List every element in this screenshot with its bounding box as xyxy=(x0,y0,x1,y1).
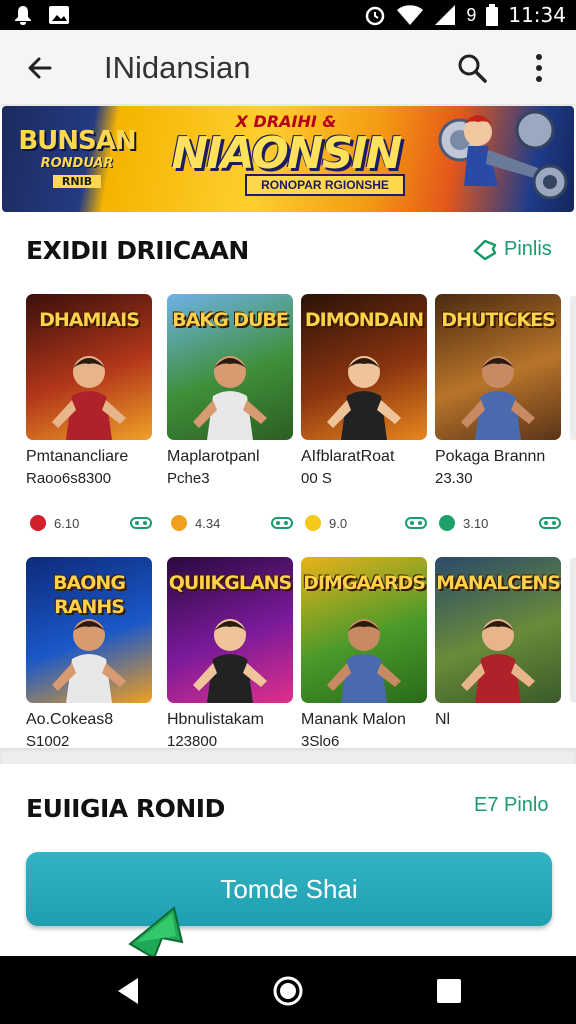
section-title: EUIIGIA RONID xyxy=(26,794,225,823)
game-thumbnail[interactable]: DHAMIAIS xyxy=(26,294,152,440)
next-card-peek xyxy=(570,558,576,702)
game-name: Nl xyxy=(435,711,451,728)
game-thumbnail-title: BAKG DUBE xyxy=(172,309,289,331)
cta-button[interactable]: Tomde Shai xyxy=(26,852,552,926)
game-thumbnail-title: DIMGAARDS xyxy=(303,572,426,594)
banner-title-block: X DRAIHI & NIAONSIN xyxy=(166,112,406,177)
game-thumbnail-title: MANALCENS xyxy=(436,572,561,594)
game-subtitle: Raoo6s8300 xyxy=(26,470,112,487)
banner-main-title: NIAONSIN xyxy=(171,128,402,179)
game-card[interactable]: BAKG DUBE Maplarotpanl Pche3 xyxy=(167,294,297,487)
game-thumbnail-title: DIMONDAIN xyxy=(304,309,424,331)
app-bar: INidansian xyxy=(0,30,576,104)
banner-hero-illustration xyxy=(438,110,568,200)
game-name: Manank Malon xyxy=(301,711,406,728)
game-character-illustration xyxy=(193,356,267,440)
game-character-illustration xyxy=(52,356,126,440)
banner-logo-line1: BUNSAN xyxy=(18,126,136,156)
game-card[interactable]: DIMGAARDS Manank Malon 3Slo6 xyxy=(301,557,431,750)
status-time: 11:34 xyxy=(508,3,566,27)
section-more-label: Pinlis xyxy=(504,238,552,260)
rating-dot-icon xyxy=(305,515,321,531)
game-card[interactable]: DIMONDAIN AIfblaratRoat 00 S xyxy=(301,294,431,487)
game-character-illustration xyxy=(461,356,535,440)
game-subtitle: 23.30 xyxy=(435,470,473,487)
game-subtitle: 00 S xyxy=(301,470,332,487)
page-title: INidansian xyxy=(104,50,251,85)
gamepad-icon[interactable] xyxy=(539,517,561,529)
gamepad-icon[interactable] xyxy=(271,517,293,529)
arrow-left-icon[interactable] xyxy=(20,48,60,88)
rating-value: 6.10 xyxy=(54,515,80,531)
status-bar: 9 11:34 xyxy=(0,0,576,30)
game-thumbnail[interactable]: BAONG RANHS xyxy=(26,557,152,703)
nav-home-icon[interactable] xyxy=(271,974,305,1008)
game-name: Hbnulistakam xyxy=(167,711,264,728)
game-thumbnail[interactable]: QUIIKGLANS xyxy=(167,557,293,703)
game-thumbnail-title: DHAMIAIS xyxy=(39,309,140,331)
ticket-icon xyxy=(473,239,497,260)
signal-icon xyxy=(435,5,456,25)
system-nav-bar xyxy=(0,956,576,1024)
game-name: AIfblaratRoat xyxy=(301,448,395,465)
pointer-cursor-icon xyxy=(128,906,184,960)
banner-left-logo: BUNSAN RONDUAR RNIB xyxy=(12,126,142,188)
more-vert-icon[interactable] xyxy=(524,48,554,88)
nav-recents-icon[interactable] xyxy=(432,974,466,1008)
rating-dot-icon xyxy=(439,515,455,531)
game-character-illustration xyxy=(327,619,401,703)
game-name: Pokaga Brannn xyxy=(435,448,546,465)
section-more-link[interactable]: Pinlis xyxy=(472,238,552,261)
game-thumbnail[interactable]: BAKG DUBE xyxy=(167,294,293,440)
game-card[interactable]: QUIIKGLANS Hbnulistakam 123800 xyxy=(167,557,297,750)
game-name: Maplarotpanl xyxy=(167,448,260,465)
wifi-icon xyxy=(397,5,424,25)
battery-icon xyxy=(486,4,499,26)
game-thumbnail[interactable]: DIMGAARDS xyxy=(301,557,427,703)
game-thumbnail[interactable]: DHUTICKES xyxy=(435,294,561,440)
status-indicator: 9 xyxy=(466,4,477,25)
rating-dot-icon xyxy=(171,515,187,531)
banner-logo-tag: RNIB xyxy=(53,175,101,188)
game-subtitle: Pche3 xyxy=(167,470,210,487)
rating-row: 3.10 xyxy=(439,512,567,534)
section-more-link[interactable]: E7 Pinlo xyxy=(474,794,549,817)
game-character-illustration xyxy=(327,356,401,440)
alarm-icon xyxy=(366,6,385,26)
game-thumbnail-title: DHUTICKES xyxy=(441,309,555,331)
next-card-peek xyxy=(570,296,576,440)
game-card[interactable]: DHAMIAIS Pmtanancliare Raoo6s8300 xyxy=(26,294,156,487)
game-character-illustration xyxy=(52,619,126,703)
game-thumbnail[interactable]: DIMONDAIN xyxy=(301,294,427,440)
game-card[interactable]: DHUTICKES Pokaga Brannn 23.30 xyxy=(435,294,565,487)
gamepad-icon[interactable] xyxy=(130,517,152,529)
game-name: Ao.Cokeas8 xyxy=(26,711,114,728)
promo-banner[interactable]: BUNSAN RONDUAR RNIB X DRAIHI & NIAONSIN … xyxy=(2,106,574,212)
game-card[interactable]: MANALCENS Nl xyxy=(435,557,565,733)
section-divider xyxy=(0,748,576,764)
game-character-illustration xyxy=(193,619,267,703)
gamepad-icon[interactable] xyxy=(405,517,427,529)
banner-logo-line2: RONDUAR xyxy=(40,156,114,171)
game-thumbnail[interactable]: MANALCENS xyxy=(435,557,561,703)
banner-subtitle: RONOPAR RGIONSHE xyxy=(245,174,405,196)
image-icon xyxy=(49,6,69,24)
rating-dot-icon xyxy=(30,515,46,531)
rating-value: 4.34 xyxy=(195,515,221,531)
game-thumbnail-title: BAONG RANHS xyxy=(53,572,126,618)
rating-value: 3.10 xyxy=(463,515,489,531)
section-title: EXIDII DRIICAAN xyxy=(26,236,249,265)
game-thumbnail-title: QUIIKGLANS xyxy=(168,572,292,594)
rating-row: 9.0 xyxy=(305,512,433,534)
game-name: Pmtanancliare xyxy=(26,448,129,465)
nav-back-icon[interactable] xyxy=(112,974,146,1008)
rating-value: 9.0 xyxy=(329,515,348,531)
game-card[interactable]: BAONG RANHS Ao.Cokeas8 S1002 xyxy=(26,557,156,750)
game-character-illustration xyxy=(461,619,535,703)
rating-row: 6.10 xyxy=(30,512,158,534)
search-icon[interactable] xyxy=(452,48,492,88)
notification-icon xyxy=(15,6,31,25)
rating-row: 4.34 xyxy=(171,512,299,534)
